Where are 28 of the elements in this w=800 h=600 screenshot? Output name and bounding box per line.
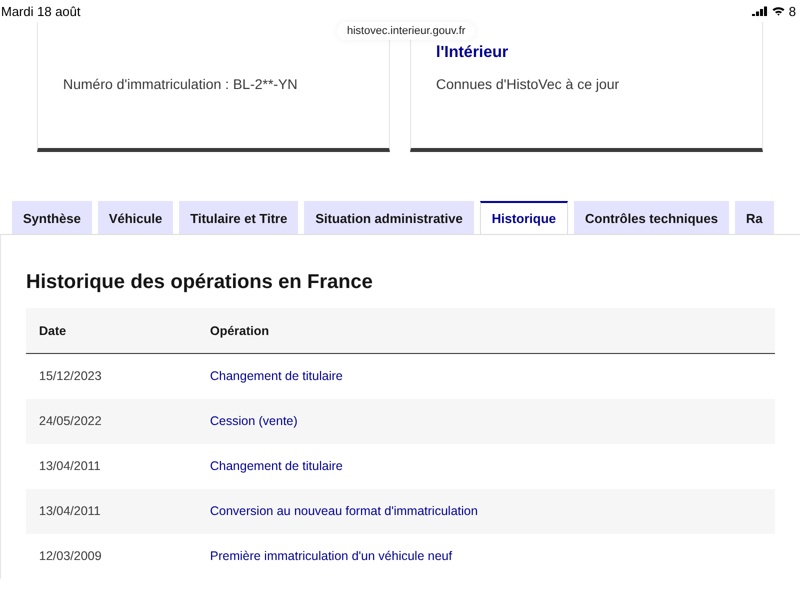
tab[interactable]: Synthèse <box>12 201 92 234</box>
date-cell: 24/05/2022 <box>26 398 197 444</box>
battery-level: 8 <box>788 4 796 18</box>
tab[interactable]: Véhicule <box>98 201 174 234</box>
date-cell: 13/04/2011 <box>26 488 197 534</box>
status-date: Mardi 18 août <box>1 4 80 18</box>
card-text: Connues d'HistoVec à ce jour <box>436 76 620 92</box>
tab[interactable]: Situation administrative <box>304 201 474 234</box>
column-header: Opération <box>197 308 775 354</box>
url-address[interactable]: histovec.interieur.gouv.fr <box>337 22 476 40</box>
operation-cell: Première immatriculation d'un véhicule neuf <box>197 534 775 578</box>
operation-cell: Cession (vente) <box>197 398 775 444</box>
card-text: Numéro d'immatriculation : BL-2**-YN <box>63 76 299 92</box>
tab[interactable]: Ra <box>734 201 774 234</box>
operation-cell: Changement de titulaire <box>197 354 775 398</box>
column-header: Date <box>26 308 197 354</box>
operation-cell: Conversion au nouveau format d'immatriculation <box>197 488 775 534</box>
date-cell: 13/04/2011 <box>26 444 197 488</box>
section-title: Historique des opérations en France <box>26 271 374 294</box>
date-cell: 15/12/2023 <box>26 354 197 398</box>
tab[interactable]: Titulaire et Titre <box>179 201 298 234</box>
wifi-icon <box>772 6 785 16</box>
tab[interactable]: Historique <box>480 201 568 234</box>
tab[interactable]: Contrôles techniques <box>574 201 729 234</box>
card-title: l'Intérieur <box>436 44 510 63</box>
operation-cell: Changement de titulaire <box>197 444 775 488</box>
signal-icon <box>752 6 768 16</box>
date-cell: 12/03/2009 <box>26 534 197 578</box>
